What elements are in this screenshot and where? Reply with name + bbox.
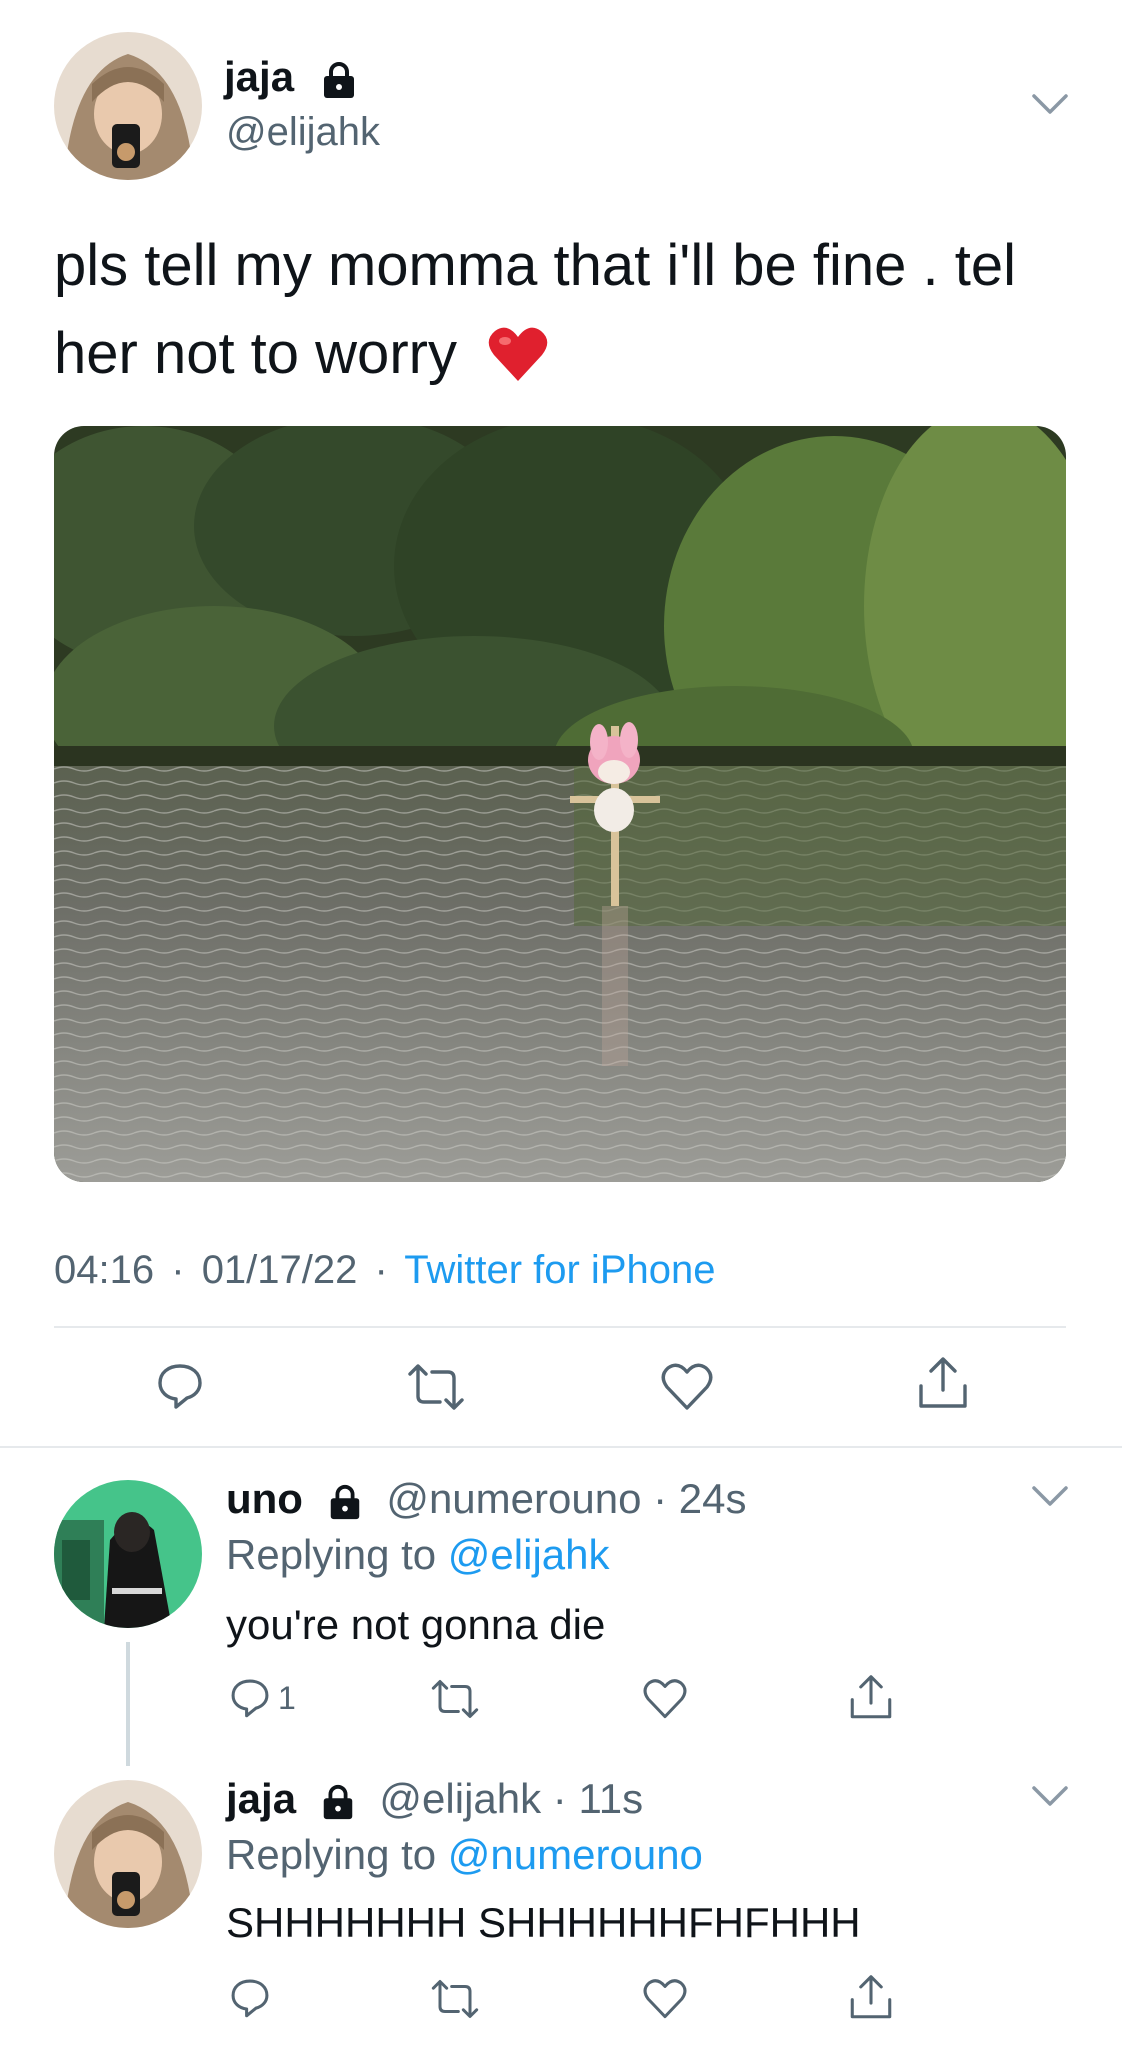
lock-icon bbox=[325, 1483, 365, 1521]
share-button[interactable] bbox=[916, 1356, 970, 1412]
tweet-divider bbox=[0, 1446, 1122, 1448]
reply-1-separator: · bbox=[653, 1475, 668, 1522]
author-handle[interactable]: @elijahk bbox=[226, 108, 380, 156]
replying-to-link[interactable]: @numerouno bbox=[448, 1831, 703, 1878]
reply-1-age: 24s bbox=[678, 1475, 747, 1522]
tweet-source-link[interactable]: Twitter for iPhone bbox=[404, 1248, 715, 1292]
reply-2-name[interactable]: jaja bbox=[226, 1775, 296, 1822]
tweet-date: 01/17/22 bbox=[201, 1248, 358, 1292]
like-button[interactable] bbox=[642, 1978, 688, 2020]
reply-2-age: 11s bbox=[578, 1775, 644, 1822]
tweet-time: 04:16 bbox=[54, 1248, 155, 1292]
share-icon bbox=[919, 1357, 967, 1408]
retweet-button[interactable] bbox=[430, 1978, 480, 2020]
reply-1-text: you're not gonna die bbox=[226, 1601, 606, 1648]
heart-icon bbox=[661, 1363, 713, 1410]
tweet-photo[interactable] bbox=[54, 426, 1066, 1182]
like-button[interactable] bbox=[660, 1362, 714, 1412]
retweet-button[interactable] bbox=[406, 1362, 466, 1412]
author-name[interactable]: jaja bbox=[224, 53, 294, 100]
reply-2-text: SHHHHHHH SHHHHHHFHFHHH bbox=[226, 1899, 861, 1946]
reply-1-name[interactable]: uno bbox=[226, 1475, 303, 1522]
reply-bubble-icon bbox=[231, 1979, 269, 2018]
reply-bubble-icon bbox=[231, 1679, 269, 1718]
lock-icon bbox=[318, 1783, 358, 1821]
chevron-down-icon[interactable] bbox=[1030, 1484, 1070, 1510]
reply-count: 1 bbox=[278, 1679, 296, 1716]
replying-to-label: Replying to bbox=[226, 1831, 437, 1878]
tweet-text-line-1: pls tell my momma that i'll be fine . te… bbox=[54, 233, 1016, 298]
thread-line bbox=[126, 1642, 130, 1766]
author-avatar[interactable] bbox=[54, 32, 202, 180]
heart-emoji bbox=[487, 320, 549, 408]
tweet-meta: 04:16 · 01/17/22 · Twitter for iPhone bbox=[54, 1246, 715, 1294]
replying-to-label: Replying to bbox=[226, 1531, 437, 1578]
meta-separator: · bbox=[374, 1248, 388, 1292]
reply-2-separator: · bbox=[552, 1775, 567, 1822]
reply-1-handle[interactable]: @numerouno bbox=[386, 1475, 641, 1522]
chevron-down-icon[interactable] bbox=[1030, 92, 1070, 118]
chevron-down-icon[interactable] bbox=[1030, 1784, 1070, 1810]
tweet-text-line-2: her not to worry bbox=[54, 321, 457, 386]
like-button[interactable] bbox=[642, 1678, 688, 1720]
share-icon bbox=[850, 1675, 892, 1719]
heart-icon bbox=[643, 1679, 687, 1719]
reply-2-handle[interactable]: @elijahk bbox=[379, 1775, 541, 1822]
meta-divider bbox=[54, 1326, 1066, 1328]
retweet-icon bbox=[408, 1364, 464, 1410]
reply-bubble-icon bbox=[158, 1364, 202, 1409]
reply-2-avatar[interactable] bbox=[54, 1780, 202, 1928]
share-button[interactable] bbox=[848, 1674, 894, 1722]
reply-button[interactable] bbox=[154, 1360, 206, 1412]
reply-button[interactable]: 1 bbox=[228, 1676, 296, 1720]
tweet-text: pls tell my momma that i'll be fine . te… bbox=[54, 222, 1094, 408]
share-icon bbox=[850, 1975, 892, 2019]
lock-icon bbox=[318, 60, 360, 100]
reply-button[interactable] bbox=[228, 1976, 272, 2020]
retweet-icon bbox=[431, 1980, 479, 2018]
heart-icon bbox=[643, 1979, 687, 2019]
retweet-button[interactable] bbox=[430, 1678, 480, 1720]
reply-1-avatar[interactable] bbox=[54, 1480, 202, 1628]
replying-to-link[interactable]: @elijahk bbox=[448, 1531, 610, 1578]
meta-separator: · bbox=[171, 1248, 185, 1292]
share-button[interactable] bbox=[848, 1974, 894, 2022]
retweet-icon bbox=[431, 1680, 479, 1718]
